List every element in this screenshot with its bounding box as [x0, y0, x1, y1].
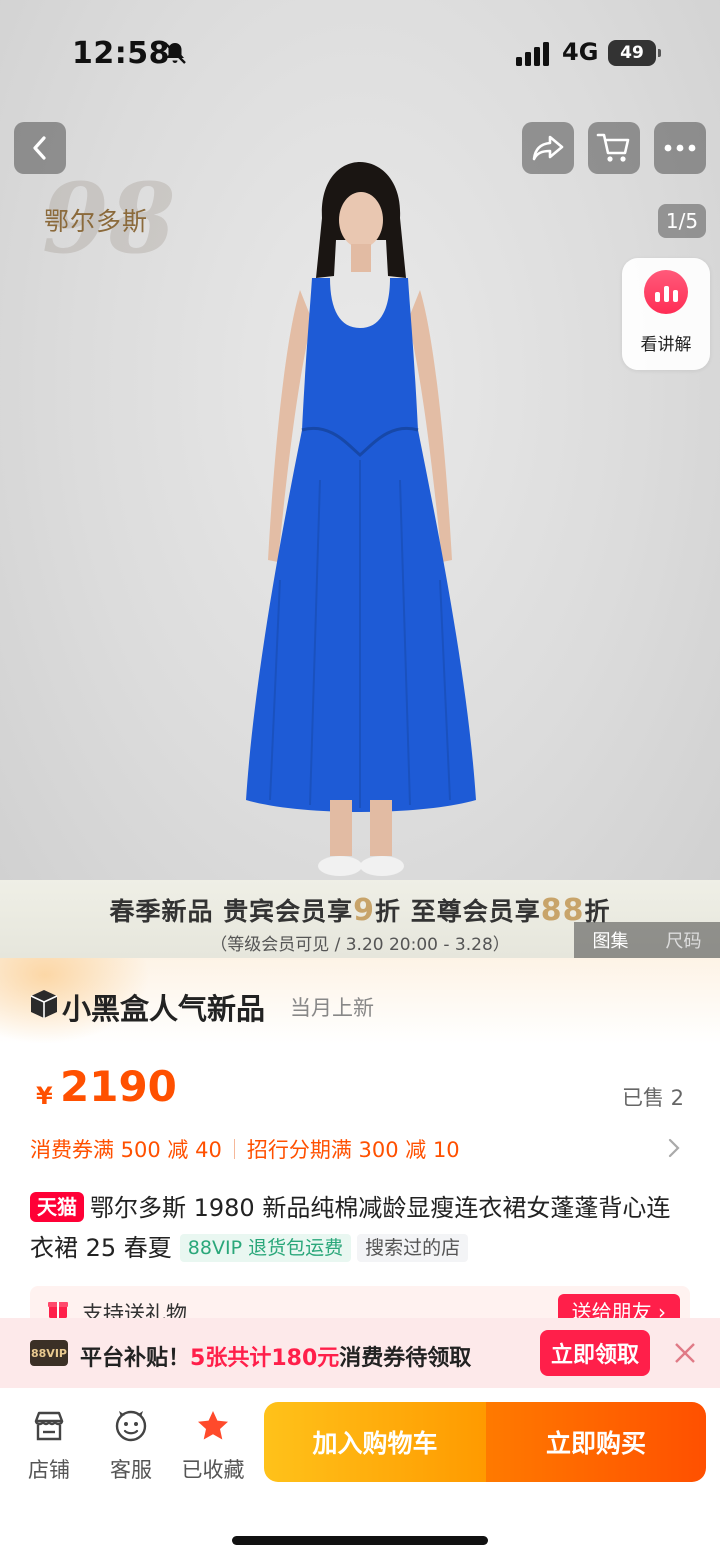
vip88-badge: 88VIP	[30, 1340, 68, 1366]
brand-watermark-text: 鄂尔多斯	[44, 207, 149, 236]
tab-size[interactable]: 尺码	[647, 927, 720, 953]
store-tab[interactable]: 店铺	[14, 1408, 84, 1484]
arrival-title: 小黑盒人气新品	[62, 992, 266, 1026]
cart-icon	[596, 133, 630, 162]
store-icon	[34, 1411, 64, 1441]
cart-button[interactable]	[588, 122, 640, 174]
home-indicator[interactable]	[232, 1536, 488, 1545]
price-value: 2190	[60, 1062, 177, 1111]
brand-watermark: 98 鄂尔多斯	[38, 162, 176, 275]
image-page-counter: 1/5	[658, 204, 706, 238]
product-image-gallery[interactable]: 12:58 4G 49 98 鄂尔多斯 1/5 看讲解 春季新品 贵宾会员享9折…	[0, 0, 720, 958]
searched-store-tag: 搜索过的店	[357, 1234, 469, 1262]
price-currency: ¥	[36, 1082, 53, 1110]
buy-now-button[interactable]: 立即购买	[486, 1402, 706, 1482]
new-arrival-banner[interactable]: 小黑盒人气新品 当月上新	[0, 958, 720, 1044]
share-icon	[532, 135, 564, 161]
store-tab-label: 店铺	[28, 1458, 70, 1482]
tmall-badge: 天猫	[30, 1192, 84, 1222]
more-icon	[664, 144, 696, 152]
audio-bars-icon	[644, 270, 688, 314]
gallery-tabs: 图集 尺码	[574, 922, 720, 958]
add-to-cart-button[interactable]: 加入购物车	[264, 1402, 486, 1482]
chevron-right-icon[interactable]	[664, 1134, 684, 1162]
star-icon	[198, 1411, 228, 1440]
sold-count: 已售 2	[622, 1086, 685, 1110]
service-tab-label: 客服	[110, 1458, 152, 1482]
coupon-installment: 招行分期满 300 减 10	[246, 1138, 460, 1162]
subsidy-bar: 88VIP 平台补贴！5张共计180元消费券待领取 立即领取	[0, 1318, 720, 1388]
vip-return-tag: 88VIP 退货包运费	[179, 1234, 352, 1262]
favorite-tab[interactable]: 已收藏	[178, 1408, 248, 1484]
customer-service-tab[interactable]: 客服	[96, 1408, 166, 1484]
coupon-store: 消费券满 500 减 40	[30, 1138, 222, 1162]
favorite-tab-label: 已收藏	[181, 1458, 245, 1482]
gift-icon	[48, 1302, 68, 1318]
claim-coupon-button[interactable]: 立即领取	[540, 1330, 650, 1376]
coupon-divider	[233, 1139, 235, 1159]
product-title: 天猫 鄂尔多斯 1980 新品纯棉减龄显瘦连衣裙女蓬蓬背心连衣裙 25 春夏 88V…	[30, 1188, 690, 1268]
network-label: 4G	[562, 38, 599, 66]
signal-icon	[516, 42, 549, 66]
product-model-image	[246, 162, 476, 876]
customer-service-icon	[115, 1410, 147, 1442]
tab-gallery[interactable]: 图集	[574, 927, 647, 953]
explain-label: 看讲解	[640, 335, 692, 355]
bottom-action-bar: 店铺 客服 已收藏 加入购物车 立即购买	[0, 1388, 720, 1560]
status-time: 12:58	[72, 36, 170, 71]
share-button[interactable]	[522, 122, 574, 174]
bell-muted-icon	[164, 42, 186, 64]
close-icon[interactable]	[672, 1340, 698, 1366]
chevron-left-icon	[33, 136, 46, 160]
explain-video-button[interactable]: 看讲解	[622, 258, 710, 370]
box-icon	[30, 990, 58, 1018]
battery-indicator: 49	[608, 40, 661, 66]
subsidy-text: 平台补贴！5张共计180元消费券待领取	[80, 1346, 472, 1371]
arrival-subtitle: 当月上新	[290, 996, 374, 1020]
more-button[interactable]	[654, 122, 706, 174]
coupon-line[interactable]: 消费券满 500 减 40 招行分期满 300 减 10	[30, 1134, 460, 1164]
